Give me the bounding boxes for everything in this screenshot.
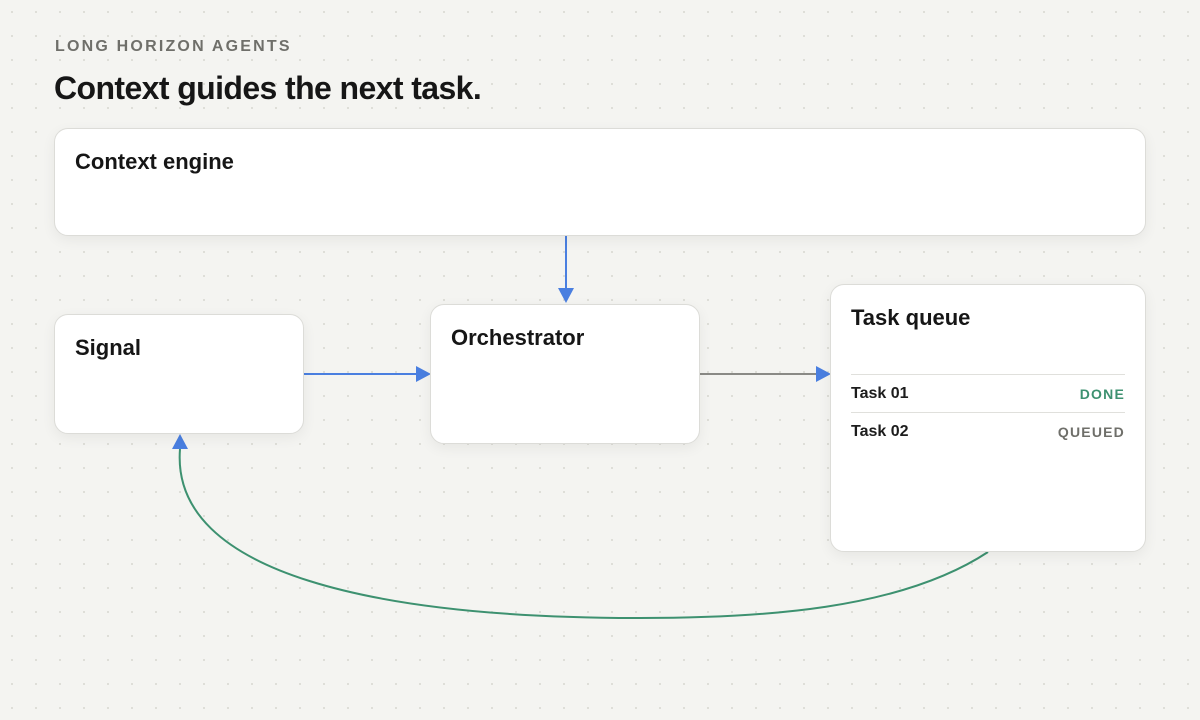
task-row[interactable]: Task 02 QUEUED (851, 412, 1125, 450)
node-title-signal: Signal (75, 335, 142, 360)
task-list: Task 01 DONE Task 02 QUEUED (851, 374, 1125, 450)
page-title: Context guides the next task. (54, 70, 482, 106)
task-name: Task 02 (851, 422, 909, 440)
node-orchestrator[interactable]: Orchestrator (430, 304, 700, 444)
status-badge-queued: QUEUED (1057, 423, 1125, 440)
node-title-orchestrator: Orchestrator (451, 325, 585, 350)
node-title-task-queue: Task queue (851, 305, 971, 330)
node-signal[interactable]: Signal (54, 314, 304, 434)
arrowhead-signal-to-orchestrator (416, 366, 431, 382)
status-badge-done: DONE (1079, 385, 1125, 402)
eyebrow-label: LONG HORIZON AGENTS (55, 38, 292, 55)
node-task-queue[interactable]: Task queue Task 01 DONE Task 02 QUEUED (830, 284, 1146, 552)
arrowhead-orchestrator-to-queue (816, 366, 831, 382)
task-name: Task 01 (851, 384, 909, 402)
arrowhead-feedback-to-signal (172, 434, 188, 449)
task-row[interactable]: Task 01 DONE (851, 374, 1125, 412)
arrowhead-context-to-orchestrator (558, 288, 574, 303)
node-context-engine[interactable]: Context engine (54, 128, 1146, 236)
node-title-context-engine: Context engine (75, 149, 234, 174)
